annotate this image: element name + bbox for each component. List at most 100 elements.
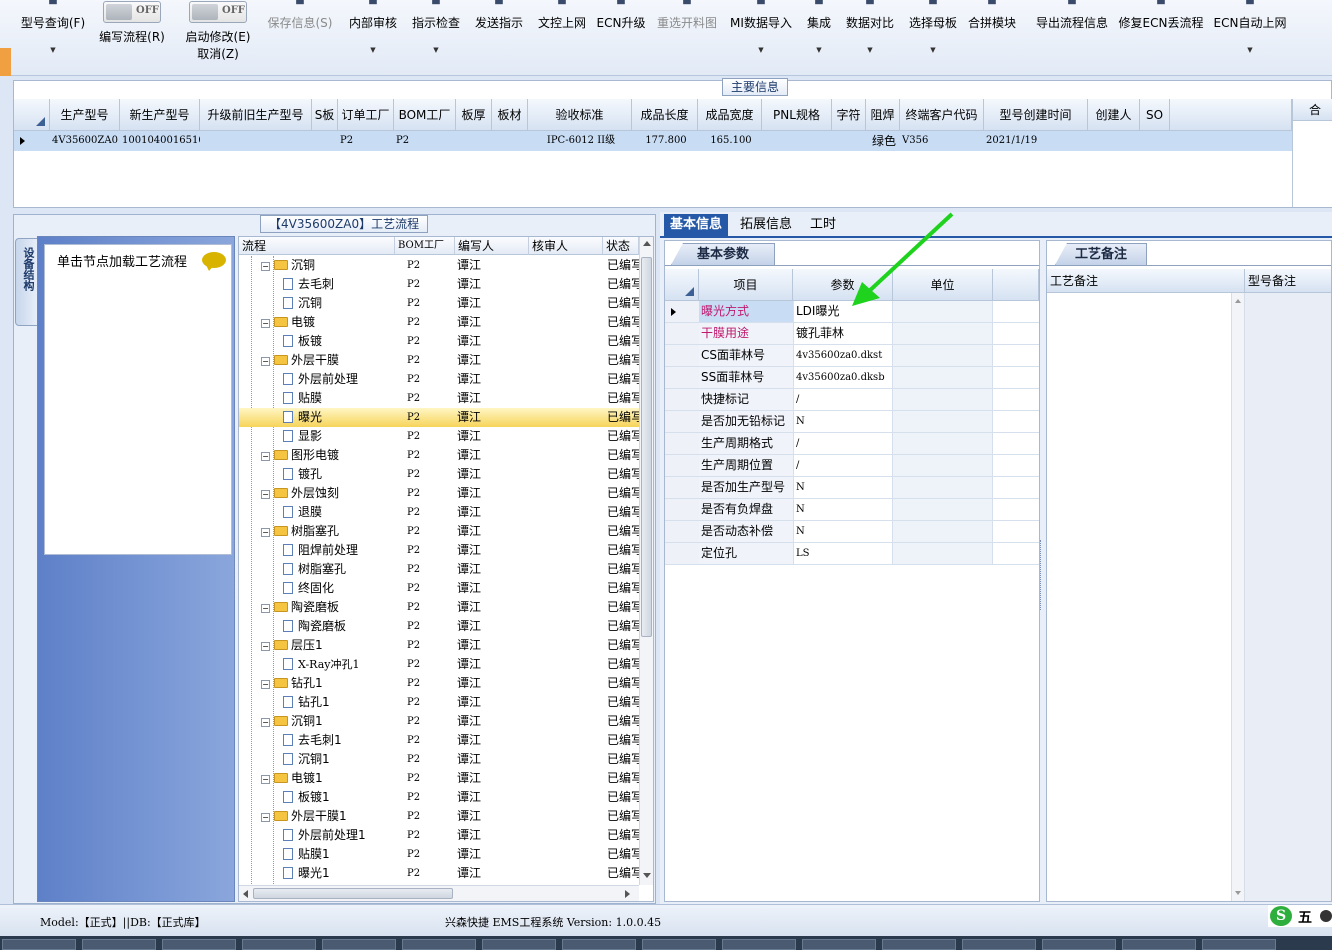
collapse-icon[interactable]: −: [261, 452, 270, 461]
grid-cell[interactable]: 177.800: [634, 131, 698, 151]
column-header[interactable]: 型号创建时间: [984, 99, 1088, 131]
column-header[interactable]: 成品宽度: [698, 99, 762, 131]
tree-node[interactable]: 镀孔: [283, 465, 395, 484]
splitter-right[interactable]: [1040, 540, 1044, 610]
toolbar-item-17[interactable]: ■ ECN自动上网 ▼: [1212, 0, 1288, 60]
toolbar-item-6[interactable]: ■ 发送指示: [470, 0, 528, 60]
param-item[interactable]: 是否加生产型号: [699, 477, 793, 498]
toolbar-item-5[interactable]: ■ 指示检查 ▼: [408, 0, 464, 60]
tree-node[interactable]: − 图形电镀: [261, 446, 395, 465]
param-row[interactable]: 是否动态补偿 N: [665, 521, 1039, 543]
param-unit[interactable]: [893, 345, 993, 366]
param-value[interactable]: N: [793, 499, 893, 520]
tree-row[interactable]: − 树脂塞孔 P2 谭江 已编写: [239, 522, 639, 541]
toolbar-item-14[interactable]: ■ 合拼模块: [968, 0, 1016, 60]
param-item[interactable]: 快捷标记: [699, 389, 793, 410]
tree-row[interactable]: 沉铜 P2 谭江 已编写: [239, 294, 639, 313]
tree-node[interactable]: − 钻孔1: [261, 674, 395, 693]
tree-row[interactable]: 退膜 P2 谭江 已编写: [239, 503, 639, 522]
param-item[interactable]: 生产周期格式: [699, 433, 793, 454]
param-value[interactable]: /: [793, 455, 893, 476]
tree-node[interactable]: 树脂塞孔: [283, 560, 395, 579]
h-scroll-thumb[interactable]: [253, 888, 453, 899]
param-unit[interactable]: [893, 411, 993, 432]
column-header[interactable]: 新生产型号: [120, 99, 200, 131]
tree-node[interactable]: 外层前处理1: [283, 826, 395, 845]
tree-row[interactable]: 终固化 P2 谭江 已编写: [239, 579, 639, 598]
tree-node[interactable]: − 树脂塞孔: [261, 522, 395, 541]
toolbar-item-11[interactable]: ■ 集成 ▼: [802, 0, 836, 60]
param-value[interactable]: N: [793, 411, 893, 432]
column-header[interactable]: 创建人: [1088, 99, 1140, 131]
tree-column-header[interactable]: 流程: [239, 237, 395, 255]
tree-row[interactable]: X-Ray冲孔1 P2 谭江 已编写: [239, 655, 639, 674]
column-header[interactable]: 生产型号: [50, 99, 120, 131]
param-unit[interactable]: [893, 367, 993, 388]
collapse-icon[interactable]: −: [261, 319, 270, 328]
param-row[interactable]: SS面菲林号 4v35600za0.dksb: [665, 367, 1039, 389]
tree-node[interactable]: − 电镀1: [261, 769, 395, 788]
grid-cell[interactable]: [1090, 131, 1140, 151]
tab-0[interactable]: 基本信息: [664, 214, 729, 236]
grid-cell[interactable]: V356: [902, 131, 984, 151]
scroll-right-icon[interactable]: [625, 890, 630, 898]
grid-cell[interactable]: [494, 131, 528, 151]
collapse-icon[interactable]: −: [261, 775, 270, 784]
grid-cell[interactable]: [458, 131, 492, 151]
param-value[interactable]: LS: [793, 543, 893, 564]
tree-node[interactable]: − 沉铜: [261, 256, 395, 275]
param-row[interactable]: 生产周期位置 /: [665, 455, 1039, 477]
taskbar-item[interactable]: [1122, 939, 1196, 950]
tree-node[interactable]: − 陶瓷磨板: [261, 598, 395, 617]
tree-row[interactable]: − 图形电镀 P2 谭江 已编写: [239, 446, 639, 465]
node-hint-box[interactable]: 单击节点加载工艺流程: [44, 244, 232, 555]
dropdown-arrow-icon[interactable]: ▼: [728, 46, 794, 54]
tree-node[interactable]: 陶瓷磨板: [283, 617, 395, 636]
tree-node[interactable]: − 电镀: [261, 313, 395, 332]
param-row[interactable]: 是否有负焊盘 N: [665, 499, 1039, 521]
tree-node[interactable]: 板镀: [283, 332, 395, 351]
taskbar-item[interactable]: [482, 939, 556, 950]
tree-node[interactable]: 退膜: [283, 503, 395, 522]
basic-params-tab[interactable]: 基本参数: [671, 243, 775, 265]
tree-column-header[interactable]: 核审人: [529, 237, 603, 255]
toolbar-item-0[interactable]: ■ 型号查询(F) ▼: [10, 0, 96, 60]
param-item[interactable]: 干膜用途: [699, 323, 793, 344]
toolbar-item-10[interactable]: ■ MI数据导入 ▼: [728, 0, 794, 60]
tree-row[interactable]: 贴膜1 P2 谭江 已编写: [239, 845, 639, 864]
grid-cell[interactable]: P2: [396, 131, 456, 151]
dropdown-arrow-icon[interactable]: ▼: [1212, 46, 1288, 54]
taskbar-item[interactable]: [1042, 939, 1116, 950]
tree-row[interactable]: 树脂塞孔 P2 谭江 已编写: [239, 560, 639, 579]
collapse-icon[interactable]: −: [261, 680, 270, 689]
param-row[interactable]: 是否加无铅标记 N: [665, 411, 1039, 433]
dropdown-arrow-icon[interactable]: ▼: [344, 46, 402, 54]
tree-row[interactable]: 去毛刺 P2 谭江 已编写: [239, 275, 639, 294]
param-unit[interactable]: [893, 323, 993, 344]
grid-cell[interactable]: P2: [340, 131, 394, 151]
param-item[interactable]: 定位孔: [699, 543, 793, 564]
toolbar-item-2[interactable]: OFF 启动修改(E) 取消(Z): [180, 0, 256, 61]
tree-node[interactable]: 外层前处理: [283, 370, 395, 389]
tree-node[interactable]: − 外层蚀刻: [261, 484, 395, 503]
tab-1[interactable]: 拓展信息: [734, 214, 798, 236]
grid-cell[interactable]: [834, 131, 866, 151]
param-row[interactable]: CS面菲林号 4v35600za0.dkst: [665, 345, 1039, 367]
tree-node[interactable]: 曝光1: [283, 864, 395, 883]
tree-node[interactable]: 终固化: [283, 579, 395, 598]
column-header[interactable]: SO: [1140, 99, 1170, 131]
param-value[interactable]: 镀孔菲林: [793, 323, 893, 344]
column-header[interactable]: 板材: [492, 99, 528, 131]
scroll-thumb[interactable]: [641, 257, 652, 637]
scroll-down-icon[interactable]: [643, 873, 651, 878]
toolbar-item-13[interactable]: ■ 选择母板 ▼: [904, 0, 962, 60]
tree-node[interactable]: 去毛刺: [283, 275, 395, 294]
ime-indicator[interactable]: S 五: [1268, 905, 1332, 927]
param-value[interactable]: /: [793, 433, 893, 454]
param-unit[interactable]: [893, 477, 993, 498]
tab-2[interactable]: 工时: [804, 214, 842, 236]
column-header[interactable]: 板厚: [456, 99, 492, 131]
collapse-icon[interactable]: −: [261, 642, 270, 651]
tree-node[interactable]: 沉铜1: [283, 750, 395, 769]
toolbar-item-16[interactable]: ■ 修复ECN丢流程: [1118, 0, 1204, 60]
